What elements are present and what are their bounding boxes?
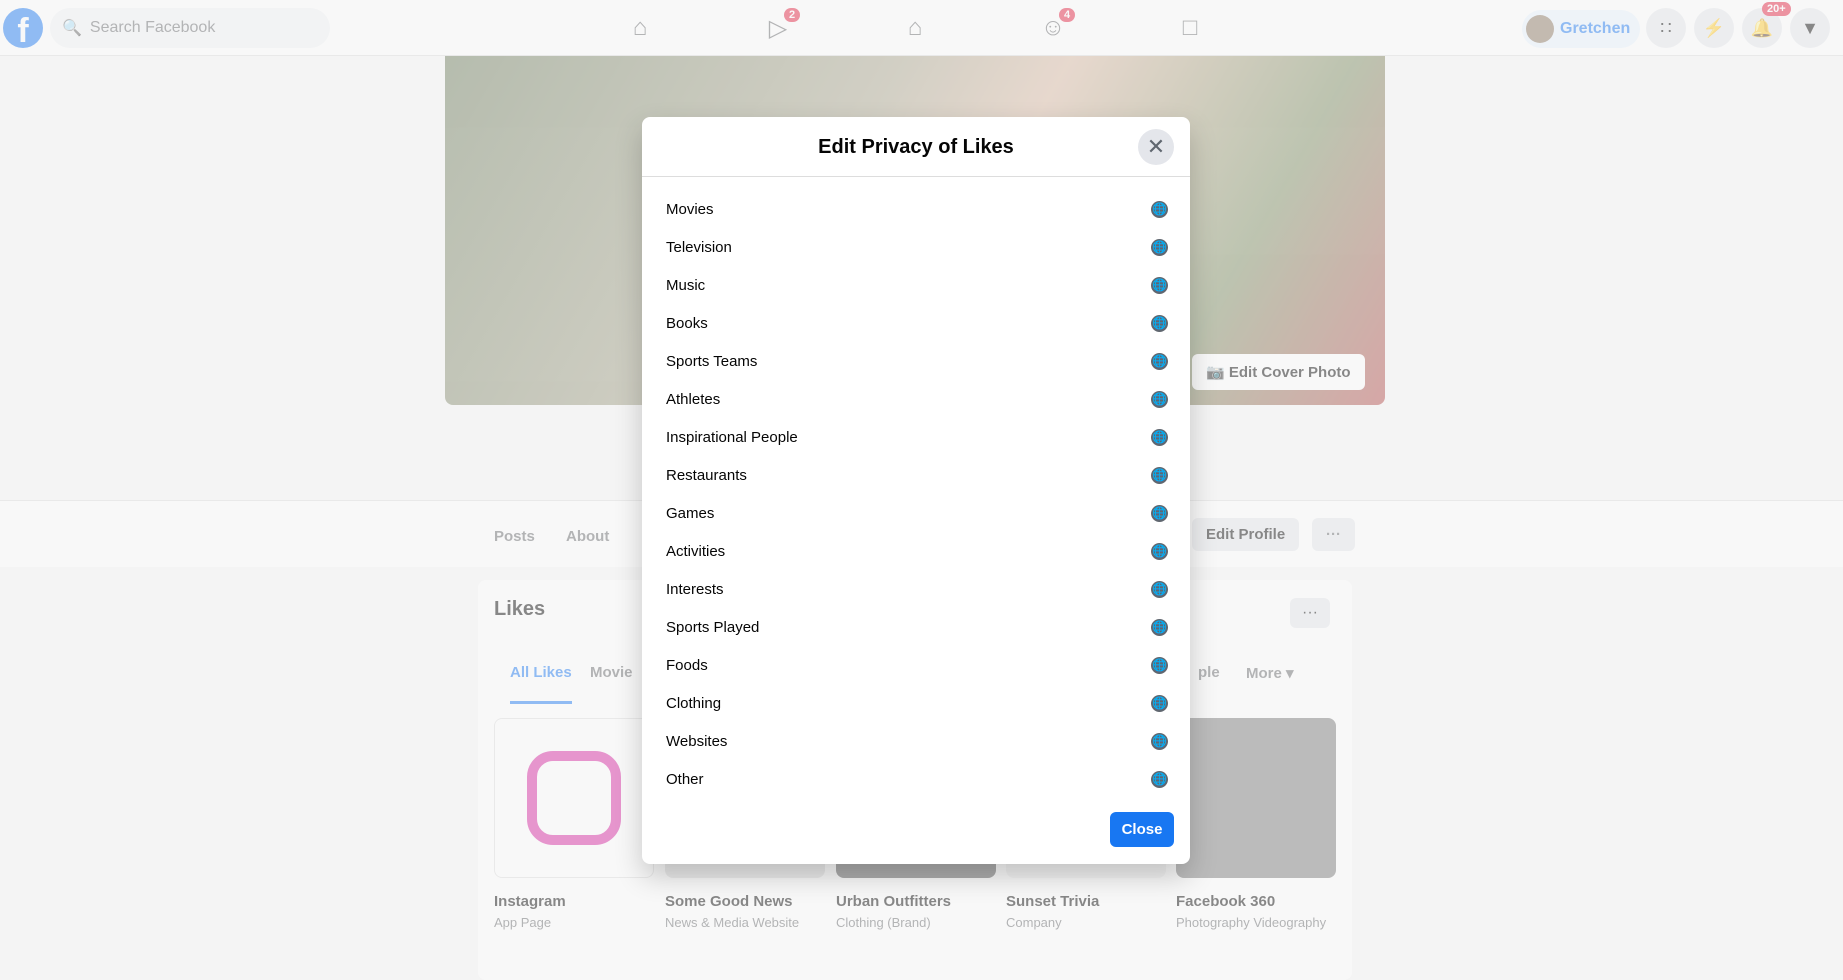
tab-all-likes[interactable]: All Likes bbox=[510, 664, 572, 704]
category-label: Sports Teams bbox=[666, 352, 758, 370]
tile-name[interactable]: Sunset Trivia bbox=[1006, 893, 1099, 910]
dialog-title: Edit Privacy of Likes bbox=[642, 117, 1190, 177]
tile-type: Company bbox=[1006, 915, 1062, 930]
globe-icon[interactable]: 🌐 bbox=[1151, 390, 1168, 408]
category-label: Games bbox=[666, 504, 715, 522]
category-label: Athletes bbox=[666, 390, 721, 408]
globe-icon[interactable]: 🌐 bbox=[1151, 200, 1168, 218]
globe-icon[interactable]: 🌐 bbox=[1151, 428, 1168, 446]
privacy-row: Music 🌐 bbox=[666, 266, 1168, 304]
globe-icon[interactable]: 🌐 bbox=[1151, 466, 1168, 484]
globe-icon[interactable]: 🌐 bbox=[1151, 732, 1168, 750]
search-placeholder: Search Facebook bbox=[89, 19, 216, 36]
likes-more-button[interactable]: ··· bbox=[1290, 598, 1330, 628]
privacy-row: Interests 🌐 bbox=[666, 570, 1168, 608]
privacy-row: Television 🌐 bbox=[666, 228, 1168, 266]
menu-grid-icon[interactable]: ∷ bbox=[1646, 8, 1686, 48]
facebook-logo[interactable]: f bbox=[3, 8, 43, 48]
likes-title: Likes bbox=[494, 598, 546, 620]
category-label: Restaurants bbox=[666, 466, 747, 484]
camera-icon: 📷 bbox=[1206, 364, 1229, 381]
search-icon: 🔍 bbox=[62, 20, 82, 37]
notifications-badge: 20+ bbox=[1762, 2, 1791, 16]
privacy-row: Games 🌐 bbox=[666, 494, 1168, 532]
tile-name[interactable]: Some Good News bbox=[665, 893, 793, 910]
tile-type: Clothing (Brand) bbox=[836, 915, 931, 930]
close-icon[interactable]: ✕ bbox=[1138, 129, 1174, 165]
category-label: Websites bbox=[666, 732, 728, 750]
category-label: Other bbox=[666, 770, 704, 788]
facebook-360-tile[interactable] bbox=[1176, 718, 1336, 878]
globe-icon[interactable]: 🌐 bbox=[1151, 314, 1168, 332]
privacy-row: Inspirational People 🌐 bbox=[666, 418, 1168, 456]
home-icon[interactable]: ⌂ bbox=[610, 0, 670, 56]
tile-type: Photography Videography bbox=[1176, 915, 1327, 930]
tab-about[interactable]: About bbox=[566, 528, 609, 545]
globe-icon[interactable]: 🌐 bbox=[1151, 656, 1168, 674]
messenger-icon[interactable]: ⚡ bbox=[1694, 8, 1734, 48]
globe-icon[interactable]: 🌐 bbox=[1151, 238, 1168, 256]
edit-privacy-of-likes-dialog: Edit Privacy of Likes ✕ Movies 🌐 Televisio… bbox=[642, 117, 1190, 864]
tile-name[interactable]: Urban Outfitters bbox=[836, 893, 951, 910]
tile-type: News & Media Website bbox=[665, 915, 800, 930]
tab-more[interactable]: More ▾ bbox=[1246, 664, 1294, 682]
search-input[interactable]: 🔍 Search Facebook bbox=[50, 8, 330, 48]
privacy-row: Sports Played 🌐 bbox=[666, 608, 1168, 646]
globe-icon[interactable]: 🌐 bbox=[1151, 504, 1168, 522]
category-label: Sports Played bbox=[666, 618, 760, 636]
privacy-row: Restaurants 🌐 bbox=[666, 456, 1168, 494]
privacy-row: Clothing 🌐 bbox=[666, 684, 1168, 722]
category-label: Inspirational People bbox=[666, 428, 798, 446]
edit-cover-label: Edit Cover Photo bbox=[1228, 364, 1351, 381]
globe-icon[interactable]: 🌐 bbox=[1151, 694, 1168, 712]
top-navigation-bar: f 🔍 Search Facebook ⌂ ▷ 2 ⌂ ☺ 4 □ Gretchen … bbox=[0, 0, 1843, 56]
instagram-tile[interactable] bbox=[494, 718, 654, 878]
category-label: Television bbox=[666, 238, 732, 256]
gaming-icon[interactable]: □ bbox=[1160, 0, 1220, 56]
profile-more-button[interactable]: ··· bbox=[1312, 518, 1355, 551]
edit-profile-button[interactable]: Edit Profile bbox=[1192, 518, 1300, 551]
globe-icon[interactable]: 🌐 bbox=[1151, 276, 1168, 294]
globe-icon[interactable]: 🌐 bbox=[1151, 580, 1168, 598]
profile-button[interactable]: Gretchen bbox=[1522, 10, 1641, 48]
category-label: Foods bbox=[666, 656, 708, 674]
category-list: Movies 🌐 Television 🌐 Music 🌐 Books 🌐 Sports Tea… bbox=[666, 190, 1168, 798]
groups-badge: 4 bbox=[1059, 8, 1076, 22]
privacy-row: Other 🌐 bbox=[666, 760, 1168, 798]
tab-movies[interactable]: Movie bbox=[590, 664, 633, 681]
globe-icon[interactable]: 🌐 bbox=[1151, 542, 1168, 560]
privacy-row: Foods 🌐 bbox=[666, 646, 1168, 684]
privacy-row: Websites 🌐 bbox=[666, 722, 1168, 760]
globe-icon[interactable]: 🌐 bbox=[1151, 618, 1168, 636]
close-button[interactable]: Close bbox=[1110, 812, 1174, 847]
watch-icon[interactable]: ▷ 2 bbox=[748, 0, 808, 56]
globe-icon[interactable]: 🌐 bbox=[1151, 770, 1168, 788]
category-label: Books bbox=[666, 314, 708, 332]
watch-badge: 2 bbox=[784, 8, 801, 22]
account-menu-caret-icon[interactable]: ▼ bbox=[1790, 8, 1830, 48]
category-label: Interests bbox=[666, 580, 724, 598]
groups-icon[interactable]: ☺ 4 bbox=[1023, 0, 1083, 56]
category-label: Music bbox=[666, 276, 706, 294]
globe-icon[interactable]: 🌐 bbox=[1151, 352, 1168, 370]
tab-posts[interactable]: Posts bbox=[494, 528, 535, 545]
privacy-row: Books 🌐 bbox=[666, 304, 1168, 342]
tab-people[interactable]: ple bbox=[1198, 664, 1220, 681]
privacy-row: Movies 🌐 bbox=[666, 190, 1168, 228]
tile-type: App Page bbox=[494, 915, 552, 930]
marketplace-icon[interactable]: ⌂ bbox=[885, 0, 945, 56]
user-name: Gretchen bbox=[1560, 20, 1631, 37]
edit-cover-photo-button[interactable]: 📷 Edit Cover Photo bbox=[1192, 354, 1365, 390]
category-label: Activities bbox=[666, 542, 726, 560]
instagram-logo bbox=[527, 751, 621, 845]
category-label: Movies bbox=[666, 200, 714, 218]
avatar bbox=[1526, 15, 1554, 43]
tile-name[interactable]: Facebook 360 bbox=[1176, 893, 1275, 910]
privacy-row: Activities 🌐 bbox=[666, 532, 1168, 570]
notifications-icon[interactable]: 🔔 20+ bbox=[1742, 2, 1791, 48]
category-label: Clothing bbox=[666, 694, 722, 712]
privacy-row: Sports Teams 🌐 bbox=[666, 342, 1168, 380]
privacy-row: Athletes 🌐 bbox=[666, 380, 1168, 418]
tile-name[interactable]: Instagram bbox=[494, 893, 566, 910]
